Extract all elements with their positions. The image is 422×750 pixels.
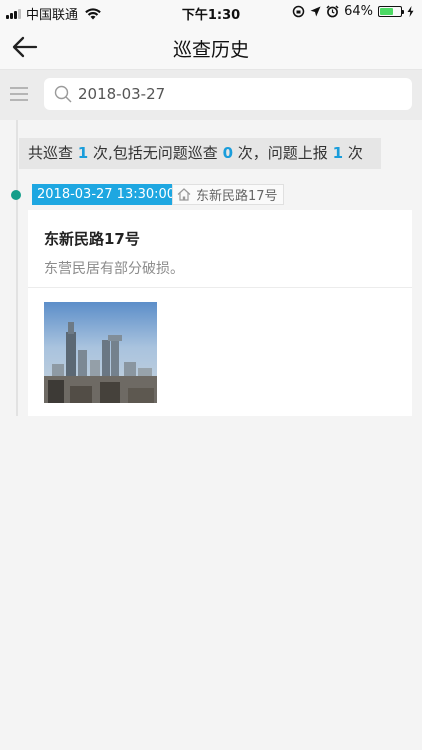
timeline-line xyxy=(16,120,18,416)
record-title: 东新民路17号 xyxy=(44,230,140,248)
summary-suffix: 次 xyxy=(347,144,363,162)
charging-icon xyxy=(407,6,414,17)
record-description: 东营民居有部分破损。 xyxy=(44,261,184,277)
search-input[interactable] xyxy=(78,85,378,103)
menu-icon[interactable] xyxy=(10,87,28,101)
home-icon xyxy=(177,188,191,201)
rotation-lock-icon xyxy=(292,5,305,18)
card-divider xyxy=(28,287,412,288)
page-title: 巡查历史 xyxy=(172,39,249,61)
status-right: 64% xyxy=(292,4,414,19)
record-time-badge: 2018-03-27 13:30:00 xyxy=(32,184,181,205)
summary-mid2: 次，问题上报 xyxy=(237,144,328,162)
alarm-icon xyxy=(326,5,339,18)
summary-reported: 1 xyxy=(332,144,344,162)
location-tag-label: 东新民路17号 xyxy=(196,189,278,204)
summary-no-issue: 0 xyxy=(222,144,234,162)
summary-mid1: 次,包括无问题巡查 xyxy=(93,144,218,162)
summary-total: 1 xyxy=(77,144,89,162)
battery-percent: 64% xyxy=(344,4,373,19)
record-card[interactable]: 东新民路17号 东营民居有部分破损。 xyxy=(28,210,412,416)
nav-bar: 巡查历史 xyxy=(0,24,422,70)
summary-prefix: 共巡查 xyxy=(28,144,74,162)
location-icon xyxy=(310,6,321,17)
search-icon xyxy=(54,85,72,103)
record-photo[interactable] xyxy=(44,302,157,403)
search-box[interactable] xyxy=(44,78,412,110)
status-bar: 中国联通 下午1:30 64% xyxy=(0,0,422,24)
battery-icon xyxy=(378,6,404,17)
timeline-dot xyxy=(11,190,21,200)
location-tag: 东新民路17号 xyxy=(172,184,284,205)
search-row xyxy=(0,70,422,120)
patrol-summary: 共巡查 1 次,包括无问题巡查 0 次，问题上报 1 次 xyxy=(19,138,381,169)
